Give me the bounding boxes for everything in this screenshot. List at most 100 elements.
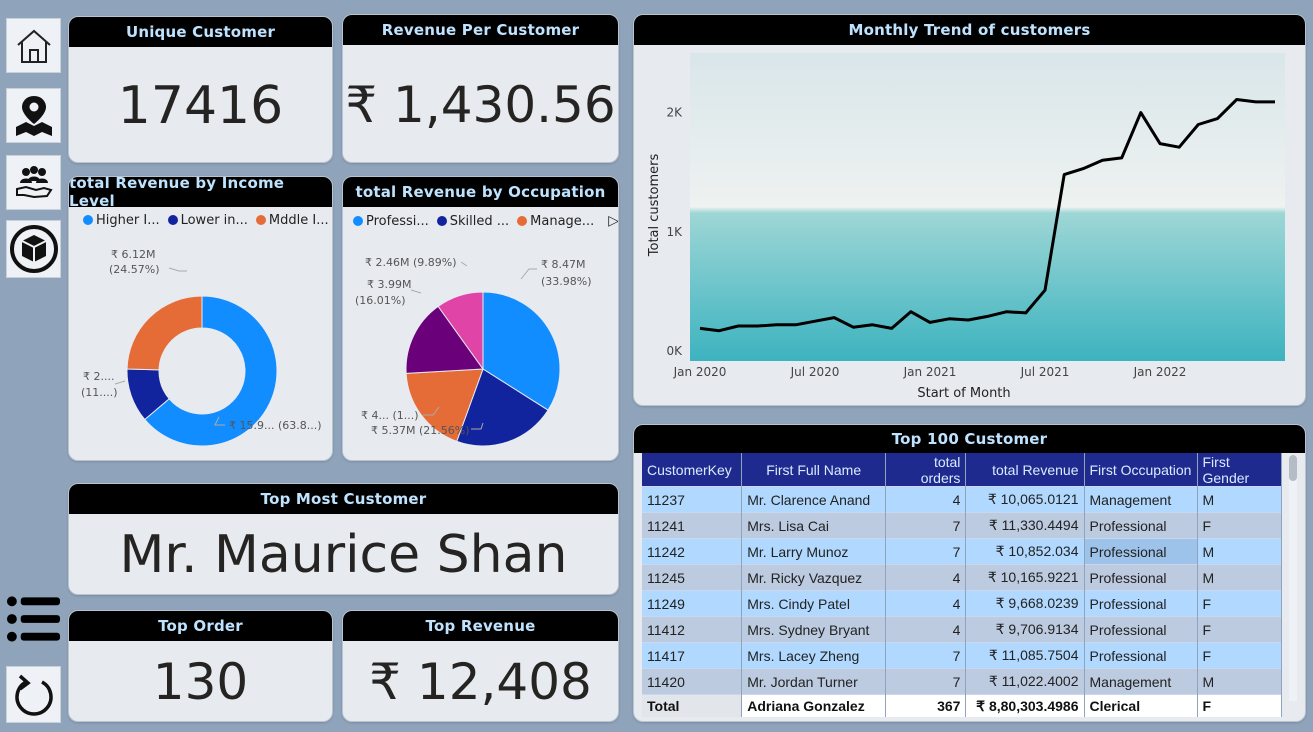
table-cell: 11245 [642, 564, 743, 591]
table-row[interactable]: 11237 Mr. Clarence Anand 4 ₹ 10,065.0121 Man… [642, 486, 1282, 513]
slice-label: ₹ 2.... [83, 370, 114, 383]
home-button[interactable] [6, 18, 61, 73]
table-row[interactable]: 11241 Mrs. Lisa Cai 7 ₹ 11,330.4494 Professi… [642, 512, 1282, 539]
x-tick-label: Jul 2021 [1020, 365, 1070, 379]
card-title: Revenue Per Customer [343, 15, 618, 45]
chart-legend: Professi... Skilled ... Manage... ▷ [343, 207, 618, 229]
table-cell: F [1197, 590, 1282, 617]
income-donut-chart[interactable]: ₹ 6.12M (24.57%) ₹ 2.... (11....) ₹ 15.9… [69, 229, 332, 459]
customers-icon [15, 165, 53, 198]
table-cell: 4 [885, 590, 967, 617]
table-row[interactable]: 11417 Mrs. Lacey Zheng 7 ₹ 11,085.7504 Profe… [642, 642, 1282, 669]
table-row[interactable]: 11412 Mrs. Sydney Bryant 4 ₹ 9,706.9134 Prof… [642, 616, 1282, 643]
table-cell: F [1197, 616, 1282, 643]
refresh-button[interactable] [6, 666, 61, 723]
table-cell: Mrs. Cindy Patel [741, 590, 887, 617]
table-row[interactable]: 11249 Mrs. Cindy Patel 4 ₹ 9,668.0239 Profes… [642, 590, 1282, 617]
table-cell: 11417 [642, 642, 743, 669]
y-tick-label: 1K [666, 225, 683, 239]
home-icon [16, 29, 51, 63]
occupation-pie-chart[interactable]: ₹ 8.47M (33.98%) ₹ 2.46M (9.89%) ₹ 3.99M… [343, 229, 618, 459]
monthly-trend-card: Monthly Trend of customers 0K 1K 2K Jan 202… [633, 14, 1306, 406]
revenue-per-customer-card: Revenue Per Customer ₹ 1,430.56 [342, 14, 619, 163]
table-cell: ₹ 10,852.034 [965, 538, 1085, 565]
pie-slice[interactable] [126, 295, 203, 371]
card-title: Top Most Customer [69, 484, 618, 514]
top-order-card: Top Order 130 [68, 610, 333, 722]
table-cell: M [1197, 668, 1282, 695]
legend-item[interactable]: Lower in... [167, 213, 248, 228]
table-cell: Professional [1084, 616, 1198, 643]
kpi-value: Mr. Maurice Shan [119, 525, 568, 585]
column-header[interactable]: First Full Name [741, 453, 887, 487]
y-axis-title: Total customers [647, 154, 662, 258]
table-row[interactable]: 11242 Mr. Larry Munoz 7 ₹ 10,852.034 Profess… [642, 538, 1282, 565]
table-scrollbar[interactable] [1289, 455, 1297, 701]
table-cell: M [1197, 486, 1282, 513]
map-button[interactable] [6, 88, 61, 143]
column-header[interactable]: total Revenue [965, 453, 1085, 487]
total-cell: ₹ 8,80,303.4986 [965, 694, 1085, 717]
table-cell: Mr. Clarence Anand [741, 486, 887, 513]
column-header[interactable]: CustomerKey [642, 453, 743, 487]
table-cell: 7 [885, 538, 967, 565]
table-cell: 7 [885, 512, 967, 539]
column-header[interactable]: First Gender [1197, 453, 1282, 487]
y-tick-label: 0K [666, 344, 683, 358]
table-cell: 11412 [642, 616, 743, 643]
table-cell: Mr. Larry Munoz [741, 538, 887, 565]
legend-next-arrow[interactable]: ▷ [608, 213, 618, 229]
refresh-icon [14, 674, 53, 716]
table-cell: 4 [885, 616, 967, 643]
table-cell: 11242 [642, 538, 743, 565]
unique-customer-card: Unique Customer 17416 [68, 16, 333, 163]
table-cell: M [1197, 538, 1282, 565]
kpi-value: 17416 [117, 75, 284, 136]
top-revenue-card: Top Revenue ₹ 12,408 [342, 610, 619, 722]
table-row[interactable]: 11245 Mr. Ricky Vazquez 4 ₹ 10,165.9221 Prof… [642, 564, 1282, 591]
total-cell: Total [642, 694, 743, 717]
product-icon [9, 225, 58, 273]
table-cell: F [1197, 512, 1282, 539]
table-cell: Professional [1084, 590, 1198, 617]
table-cell: ₹ 11,022.4002 [965, 668, 1085, 695]
table-cell: Professional [1084, 538, 1198, 565]
list-icon [6, 596, 61, 642]
column-header[interactable]: total orders [885, 453, 967, 487]
table-cell: M [1197, 564, 1282, 591]
slice-label: ₹ 4... (1...) [361, 409, 419, 422]
kpi-value: 130 [152, 653, 249, 711]
chart-title: total Revenue by Occupation [343, 177, 618, 207]
product-button[interactable] [6, 220, 61, 278]
legend-item[interactable]: Professi... [353, 214, 429, 229]
total-cell: Clerical [1084, 694, 1198, 717]
slice-label: ₹ 8.47M [541, 258, 585, 271]
list-button[interactable] [6, 592, 61, 646]
chart-title: Monthly Trend of customers [634, 15, 1305, 45]
scrollbar-thumb[interactable] [1289, 455, 1297, 481]
table-cell: ₹ 9,706.9134 [965, 616, 1085, 643]
table-cell: 11249 [642, 590, 743, 617]
monthly-trend-chart[interactable]: 0K 1K 2K Jan 2020 Jul 2020 Jan 2021 Jul 2021 Ja… [634, 45, 1305, 405]
table-cell: Management [1084, 486, 1198, 513]
income-level-chart-card: total Revenue by Income Level Higher I..… [68, 176, 333, 461]
total-cell: 367 [885, 694, 967, 717]
x-tick-label: Jan 2022 [1133, 365, 1187, 379]
customer-table: CustomerKey First Full Name total orders to… [642, 453, 1282, 717]
card-title: Top Revenue [343, 611, 618, 641]
slice-label: ₹ 5.37M (21.56%) [371, 424, 470, 437]
legend-item[interactable]: Skilled ... [436, 214, 509, 229]
table-cell: Professional [1084, 642, 1198, 669]
slice-label: (33.98%) [541, 275, 592, 288]
customers-button[interactable] [6, 155, 61, 210]
table-cell: 7 [885, 642, 967, 669]
legend-item[interactable]: Higher I... [83, 213, 160, 228]
legend-item[interactable]: Mddle I... [255, 213, 329, 228]
column-header[interactable]: First Occupation [1084, 453, 1198, 487]
slice-label: ₹ 3.99M [367, 278, 411, 291]
table-row[interactable]: 11420 Mr. Jordan Turner 7 ₹ 11,022.4002 Mana… [642, 668, 1282, 695]
legend-item[interactable]: Manage... [517, 214, 594, 229]
table-cell: Management [1084, 668, 1198, 695]
card-title: Unique Customer [69, 17, 332, 47]
table-cell: F [1197, 642, 1282, 669]
